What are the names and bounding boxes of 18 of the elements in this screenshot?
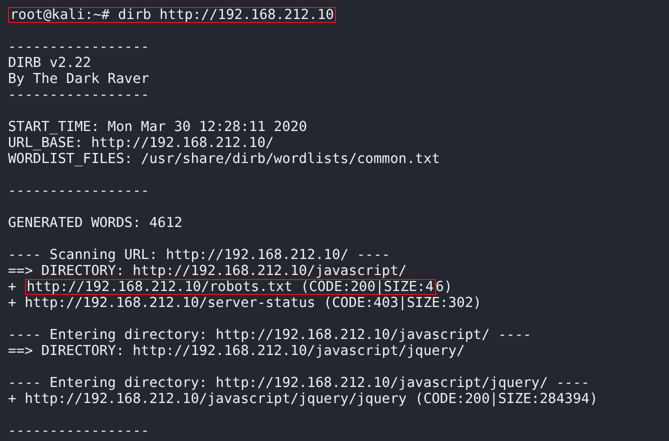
output-line: ----------------- — [8, 39, 150, 55]
output-line: START_TIME: Mon Mar 30 12:28:11 2020 — [8, 119, 308, 135]
output-line: ----------------- — [8, 423, 150, 439]
output-line: ---- Scanning URL: http://192.168.212.10/ ---- — [8, 247, 390, 263]
output-line: GENERATED WORDS: 4612 — [8, 215, 182, 231]
output-line: ----------------- — [8, 183, 150, 199]
output-line: ==> DIRECTORY: http://192.168.212.10/javascript/ — [8, 263, 407, 279]
output-line: + http://192.168.212.10/javascript/jquery/jquery (CODE:200|SIZE:284394) — [8, 391, 598, 407]
output-line: + http://192.168.212.10/server-status (CODE:403|SIZE:302) — [8, 295, 482, 311]
output-line: DIRB v2.22 — [8, 55, 92, 71]
output-line: ==> DIRECTORY: http://192.168.212.10/javascript/jquery/ — [8, 343, 465, 359]
output-line: + http://192.168.212.10/robots.txt (CODE:200|SIZE:4 6) — [8, 279, 452, 295]
output-line: WORDLIST_FILES: /usr/share/dirb/wordlists/common.txt — [8, 151, 440, 167]
output-line: URL_BASE: http://192.168.212.10/ — [8, 135, 274, 151]
output-line: By The Dark Raver — [8, 71, 150, 87]
output-line: ---- Entering directory: http://192.168.212.10/javascript/jquery/ ---- — [8, 375, 590, 391]
output-line: ----------------- — [8, 87, 150, 103]
output-line: ---- Entering directory: http://192.168.212.10/javascript/ ---- — [8, 327, 532, 343]
